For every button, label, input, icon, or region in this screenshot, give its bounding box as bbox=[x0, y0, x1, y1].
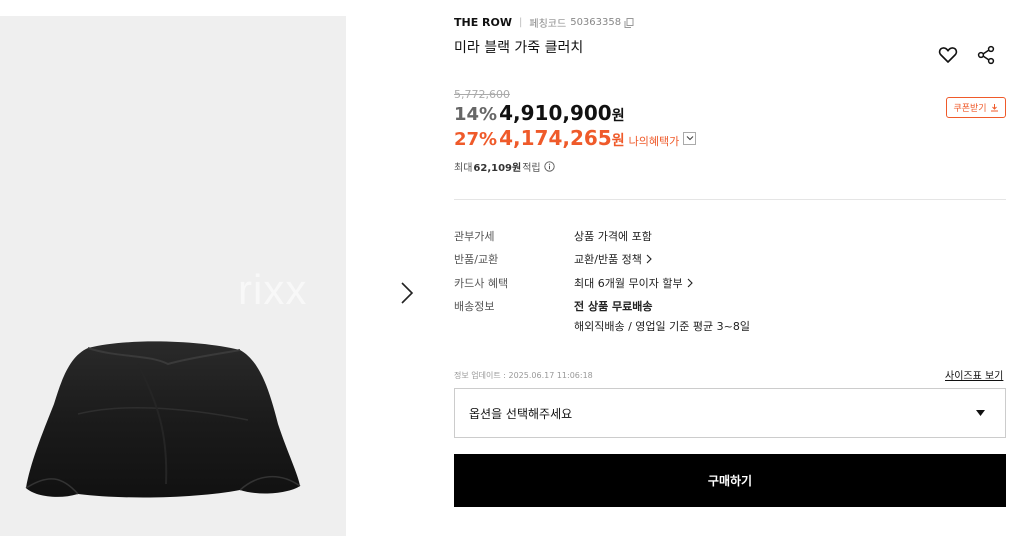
product-code: 50363358 bbox=[570, 17, 622, 28]
image-watermark: rixx bbox=[238, 266, 308, 313]
brand-name[interactable]: THE ROW bbox=[454, 16, 512, 29]
discount-rate: 14% bbox=[454, 104, 498, 125]
share-icon[interactable] bbox=[976, 45, 996, 65]
chevron-down-icon bbox=[686, 136, 694, 141]
shipping-detail: 해외직배송 / 영업일 기준 평균 3~8일 bbox=[574, 320, 750, 333]
spec-label: 배송정보 bbox=[454, 300, 495, 313]
heart-icon[interactable] bbox=[938, 45, 958, 65]
option-select-placeholder: 옵션을 선택해주세요 bbox=[469, 406, 573, 421]
product-image-gallery: rixx bbox=[0, 16, 346, 536]
benefit-expand-toggle[interactable] bbox=[683, 131, 697, 145]
chevron-right-icon bbox=[646, 254, 652, 264]
separator: | bbox=[519, 17, 523, 28]
currency-unit: 원 bbox=[611, 133, 625, 149]
card-benefit-link[interactable]: 최대 6개월 무이자 할부 bbox=[574, 275, 694, 291]
brand-row: THE ROW | 페칭코드 50363358 bbox=[454, 15, 634, 30]
update-timestamp: 정보 업데이트 : 2025.06.17 11:06:18 bbox=[454, 371, 593, 380]
benefit-price: 27% 4,174,265 원 나의혜택가 bbox=[454, 126, 697, 150]
coupon-label: 쿠폰받기 bbox=[953, 104, 987, 114]
spec-label: 카드사 혜택 bbox=[454, 277, 509, 290]
points-suffix: 적립 bbox=[522, 163, 541, 174]
benefit-price-amount: 4,174,265 bbox=[499, 126, 612, 150]
buy-button[interactable]: 구매하기 bbox=[454, 454, 1006, 507]
spec-value: 상품 가격에 포함 bbox=[574, 230, 652, 243]
option-select[interactable]: 옵션을 선택해주세요 bbox=[454, 388, 1006, 438]
spec-value: 전 상품 무료배송 bbox=[574, 300, 653, 313]
size-chart-link[interactable]: 사이즈표 보기 bbox=[945, 367, 1003, 382]
sale-price: 14% 4,910,900 원 bbox=[454, 101, 625, 125]
spec-label: 관부가세 bbox=[454, 230, 495, 243]
chevron-right-icon bbox=[687, 278, 693, 288]
points-prefix: 최대 bbox=[454, 163, 473, 174]
product-title: 미라 블랙 가죽 클러치 bbox=[454, 40, 584, 56]
spec-value: 교환/반품 정책 bbox=[574, 253, 642, 266]
coupon-button[interactable]: 쿠폰받기 bbox=[946, 97, 1006, 118]
spec-label: 반품/교환 bbox=[454, 253, 499, 266]
product-info-panel: THE ROW | 페칭코드 50363358 미라 블랙 가죽 클러치 5,7… bbox=[454, 0, 1006, 536]
return-policy-link[interactable]: 교환/반품 정책 bbox=[574, 251, 653, 267]
product-image bbox=[25, 341, 301, 498]
copy-icon[interactable] bbox=[624, 17, 634, 28]
points-amount: 62,109원 bbox=[473, 163, 522, 174]
original-price: 5,772,600 bbox=[454, 88, 510, 101]
benefit-discount-rate: 27% bbox=[454, 129, 498, 150]
price-amount: 4,910,900 bbox=[499, 101, 612, 125]
spec-value: 최대 6개월 무이자 할부 bbox=[574, 277, 683, 290]
chevron-right-icon[interactable] bbox=[394, 280, 420, 306]
info-icon[interactable] bbox=[543, 161, 555, 172]
my-benefit-label: 나의혜택가 bbox=[628, 135, 680, 148]
download-icon bbox=[990, 104, 998, 112]
reward-points: 최대 62,109원 적립 bbox=[454, 159, 555, 174]
product-code-label: 페칭코드 bbox=[529, 19, 567, 30]
caret-down-icon bbox=[976, 410, 985, 416]
currency-unit: 원 bbox=[611, 108, 625, 124]
divider bbox=[454, 199, 1006, 200]
